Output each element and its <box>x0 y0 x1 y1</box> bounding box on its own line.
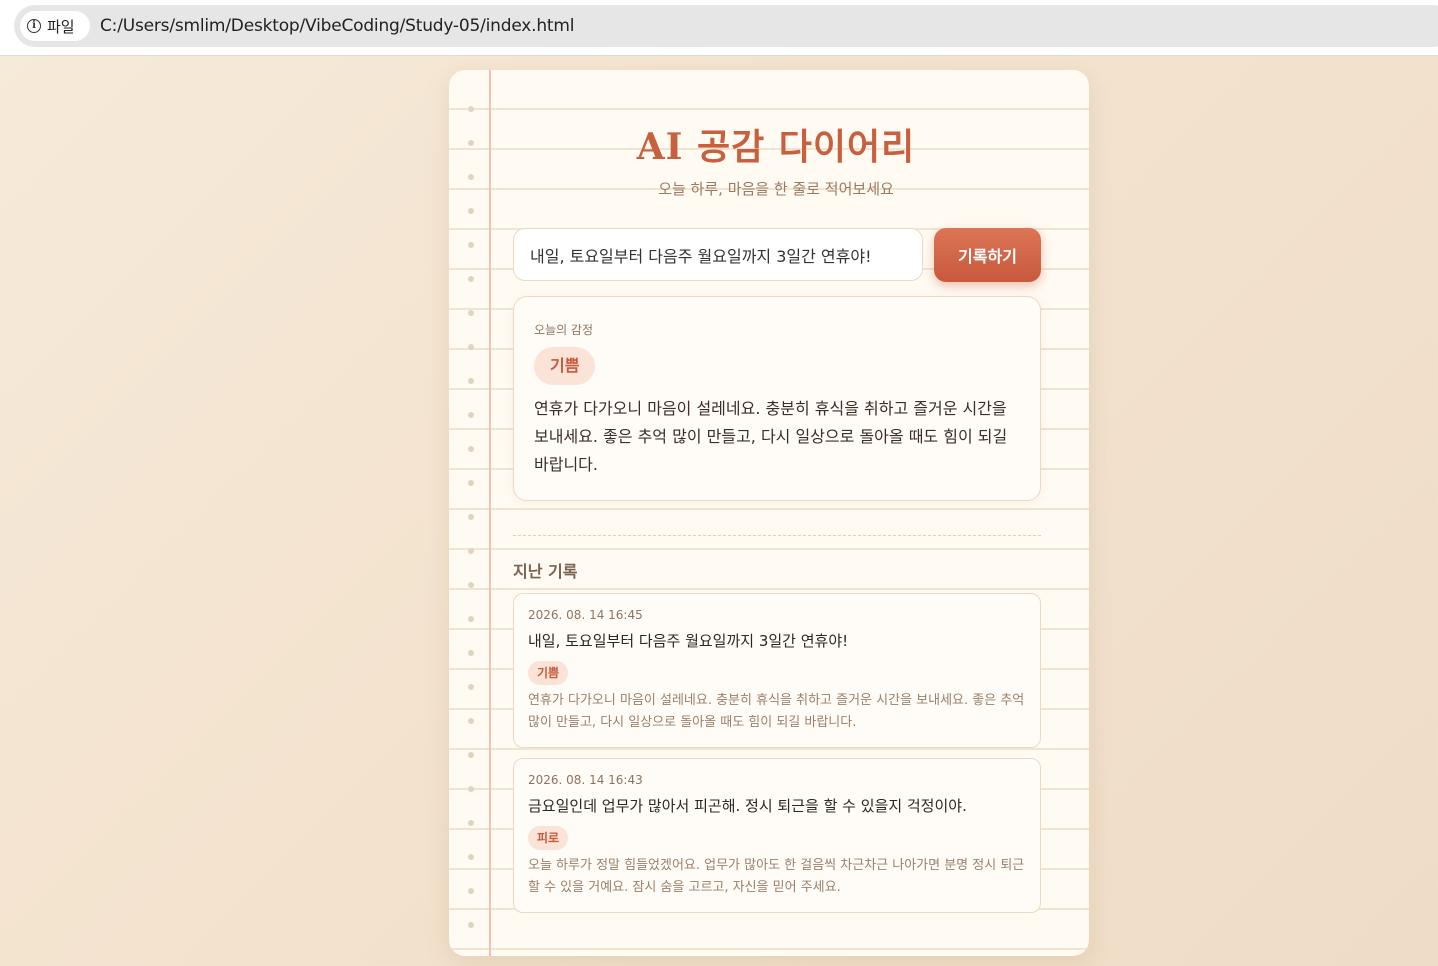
binding-hole <box>468 820 474 826</box>
binding-hole <box>468 854 474 860</box>
empathy-message: 연휴가 다가오니 마음이 설레네요. 충분히 휴식을 취하고 즐거운 시간을 보… <box>534 399 1008 474</box>
binding-hole <box>468 412 474 418</box>
omnibox[interactable]: i 파일 C:/Users/smlim/Desktop/VibeCoding/S… <box>14 5 1438 47</box>
result-label: 오늘의 감정 <box>534 323 594 337</box>
binding-hole <box>468 106 474 112</box>
entry-emotion-badge: 기쁨 <box>528 661 569 685</box>
browser-address-bar: i 파일 C:/Users/smlim/Desktop/VibeCoding/S… <box>0 0 1438 56</box>
binding-hole <box>468 276 474 282</box>
binding-hole <box>468 548 474 554</box>
info-icon: i <box>27 19 41 33</box>
binding-hole <box>468 650 474 656</box>
emotion-result-card: 오늘의 감정 기쁨 연휴가 다가오니 마음이 설레네요. 충분히 휴식을 취하고… <box>513 296 1041 501</box>
entry-reply: 연휴가 다가오니 마음이 설레네요. 충분히 휴식을 취하고 즐거운 시간을 보… <box>528 693 1025 730</box>
binding-hole <box>468 684 474 690</box>
binding-hole <box>468 888 474 894</box>
entry-date: 2026. 08. 14 16:43 <box>528 773 643 787</box>
history-entry: 2026. 08. 14 16:43 금요일인데 업무가 많아서 피곤해. 정시… <box>513 758 1041 913</box>
binding-hole <box>468 208 474 214</box>
section-divider <box>513 535 1041 536</box>
entry-emotion-badge: 피로 <box>528 826 569 850</box>
emotion-badge: 기쁨 <box>534 347 596 385</box>
binding-hole <box>468 480 474 486</box>
binding-hole <box>468 242 474 248</box>
site-info-chip[interactable]: i 파일 <box>20 11 90 41</box>
binding-hole <box>468 616 474 622</box>
binding-hole <box>468 582 474 588</box>
diary-input[interactable] <box>513 228 923 281</box>
entry-reply: 오늘 하루가 정말 힘들었겠어요. 업무가 많아도 한 걸음씩 차근차근 나아가… <box>528 858 1025 895</box>
history-entry: 2026. 08. 14 16:45 내일, 토요일부터 다음주 월요일까지 3… <box>513 593 1041 748</box>
entry-text: 내일, 토요일부터 다음주 월요일까지 3일간 연휴야! <box>528 632 849 650</box>
site-info-label: 파일 <box>47 17 75 36</box>
binding-hole <box>468 344 474 350</box>
history-title: 지난 기록 <box>513 562 578 581</box>
entry-text: 금요일인데 업무가 많아서 피곤해. 정시 퇴근을 할 수 있을지 걱정이야. <box>528 797 967 815</box>
binding-hole <box>468 446 474 452</box>
binding-hole <box>468 786 474 792</box>
binding-hole <box>468 514 474 520</box>
diary-notebook: AI 공감 다이어리 오늘 하루, 마음을 한 줄로 적어보세요 기록하기 오늘… <box>449 70 1089 956</box>
notebook-margin-line <box>489 70 491 956</box>
binding-hole <box>468 310 474 316</box>
page-title: AI 공감 다이어리 <box>636 126 916 168</box>
notebook-binding-holes <box>468 106 474 956</box>
binding-hole <box>468 922 474 928</box>
entry-date: 2026. 08. 14 16:45 <box>528 608 643 622</box>
url-text[interactable]: C:/Users/smlim/Desktop/VibeCoding/Study-… <box>100 16 574 36</box>
record-button[interactable]: 기록하기 <box>934 228 1041 282</box>
binding-hole <box>468 378 474 384</box>
binding-hole <box>468 718 474 724</box>
binding-hole <box>468 752 474 758</box>
page-subtitle: 오늘 하루, 마음을 한 줄로 적어보세요 <box>658 180 894 198</box>
